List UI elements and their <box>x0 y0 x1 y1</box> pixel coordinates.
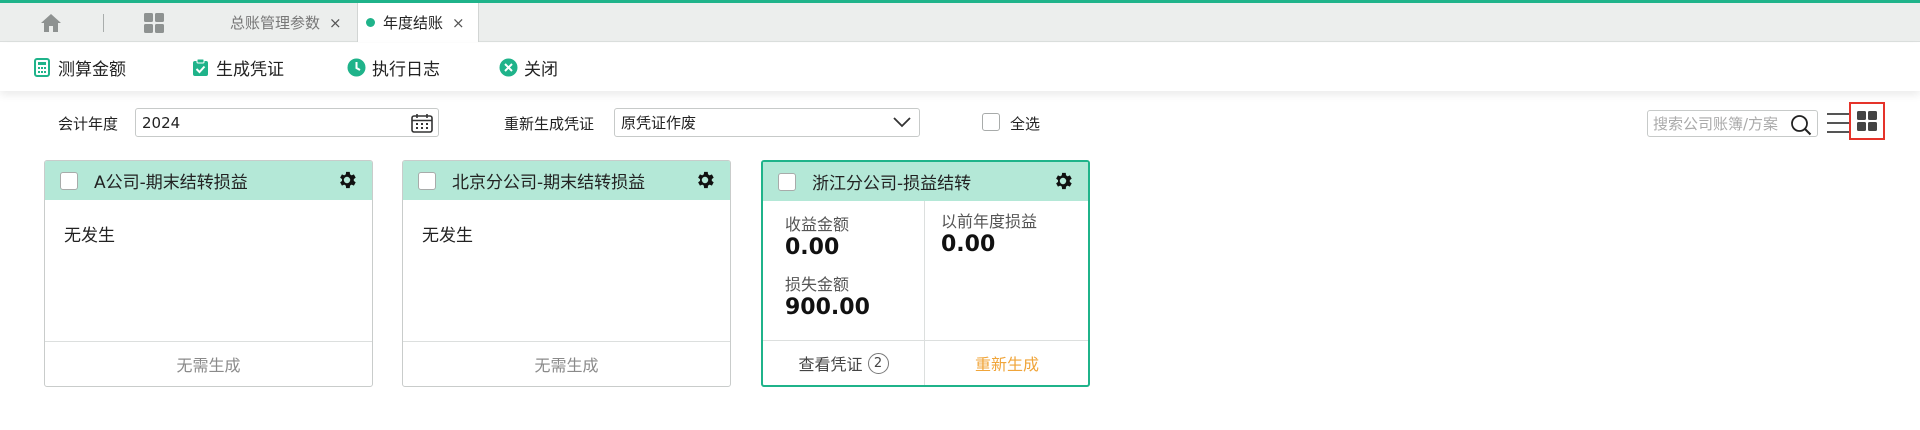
apps-grid-icon[interactable] <box>141 3 167 42</box>
tab-label: 总账管理参数 <box>230 14 321 32</box>
tab-bar-divider <box>103 14 104 32</box>
card-title: A公司-期末结转损益 <box>94 173 248 193</box>
card-header: 北京分公司-期末结转损益 <box>403 161 730 200</box>
fiscal-year-input[interactable]: 2024 <box>135 108 439 137</box>
tab-gl-params[interactable]: 总账管理参数 × <box>230 3 342 42</box>
close-button[interactable]: 关闭 <box>498 53 558 81</box>
generate-voucher-label: 生成凭证 <box>216 59 284 80</box>
regenerate-voucher-select[interactable]: 原凭证作废 <box>614 108 920 137</box>
fiscal-year-label: 会计年度 <box>58 114 119 133</box>
card-title: 北京分公司-期末结转损益 <box>452 173 646 193</box>
fiscal-year-value: 2024 <box>142 113 181 132</box>
amounts-left-column: 收益金额 0.00 损失金额 900.00 <box>763 201 925 340</box>
clipboard-check-icon <box>190 57 210 77</box>
clock-icon <box>346 57 366 77</box>
gear-icon[interactable] <box>694 169 716 195</box>
execution-log-button[interactable]: 执行日志 <box>346 53 440 81</box>
loss-amount-label: 损失金额 <box>785 275 850 294</box>
gear-icon[interactable] <box>1052 170 1074 196</box>
close-circle-icon <box>498 57 518 77</box>
select-all-label: 全选 <box>1010 114 1041 133</box>
generate-voucher-button[interactable]: 生成凭证 <box>190 53 284 81</box>
close-label: 关闭 <box>524 59 558 80</box>
search-icon[interactable] <box>1790 114 1812 136</box>
card-footer-status: 无需生成 <box>403 341 730 386</box>
execution-log-label: 执行日志 <box>372 59 440 80</box>
chevron-down-icon <box>893 115 911 133</box>
tab-year-end-close[interactable]: 年度结账 × <box>358 3 478 42</box>
calc-amount-label: 测算金额 <box>58 59 126 80</box>
amounts-right-column: 以前年度损益 0.00 <box>926 201 1088 340</box>
company-card: 北京分公司-期末结转损益 无发生 无需生成 <box>402 160 731 387</box>
gear-icon[interactable] <box>336 169 358 195</box>
prior-year-pl-label: 以前年度损益 <box>941 212 1038 231</box>
calendar-icon[interactable] <box>411 113 433 137</box>
card-checkbox[interactable] <box>778 172 796 191</box>
prior-year-pl-value: 0.00 <box>941 232 996 257</box>
tab-bar: 总账管理参数 × 年度结账 × <box>0 3 1920 42</box>
grid-view-icon[interactable] <box>1849 102 1885 140</box>
view-voucher-link[interactable]: 查看凭证 2 <box>763 341 925 385</box>
tab-label: 年度结账 <box>383 14 444 32</box>
search-placeholder: 搜索公司账簿/方案 <box>1653 115 1779 133</box>
regenerate-voucher-label: 重新生成凭证 <box>504 114 595 133</box>
regenerate-link[interactable]: 重新生成 <box>926 341 1088 385</box>
regenerate-voucher-value: 原凭证作废 <box>621 114 697 132</box>
card-status-text: 无发生 <box>422 226 473 246</box>
card-footer: 查看凭证 2 重新生成 <box>763 340 1088 385</box>
card-header: A公司-期末结转损益 <box>45 161 372 200</box>
card-footer-status: 无需生成 <box>45 341 372 386</box>
card-title: 浙江分公司-损益结转 <box>812 174 972 194</box>
tab-divider <box>478 3 479 42</box>
card-header: 浙江分公司-损益结转 <box>763 162 1088 201</box>
card-checkbox[interactable] <box>418 171 436 190</box>
active-dot-icon <box>366 18 375 27</box>
toolbar: 测算金额 生成凭证 执行日志 关闭 <box>0 43 1920 91</box>
income-amount-label: 收益金额 <box>785 215 850 234</box>
company-card: A公司-期末结转损益 无发生 无需生成 <box>44 160 373 387</box>
income-amount-value: 0.00 <box>785 235 840 260</box>
home-icon[interactable] <box>38 3 64 42</box>
calculator-icon <box>32 57 52 77</box>
close-icon[interactable]: × <box>452 14 465 32</box>
loss-amount-value: 900.00 <box>785 295 870 320</box>
company-card-selected: 浙江分公司-损益结转 收益金额 0.00 损失金额 900.00 以前年度损益 … <box>761 160 1090 387</box>
card-checkbox[interactable] <box>60 171 78 190</box>
select-all-checkbox[interactable] <box>982 113 1000 131</box>
search-input[interactable]: 搜索公司账簿/方案 <box>1647 110 1818 137</box>
close-icon[interactable]: × <box>329 14 342 32</box>
card-status-text: 无发生 <box>64 226 115 246</box>
calc-amount-button[interactable]: 测算金额 <box>32 53 126 81</box>
view-voucher-label: 查看凭证 <box>798 355 863 374</box>
voucher-count-badge: 2 <box>867 352 889 374</box>
